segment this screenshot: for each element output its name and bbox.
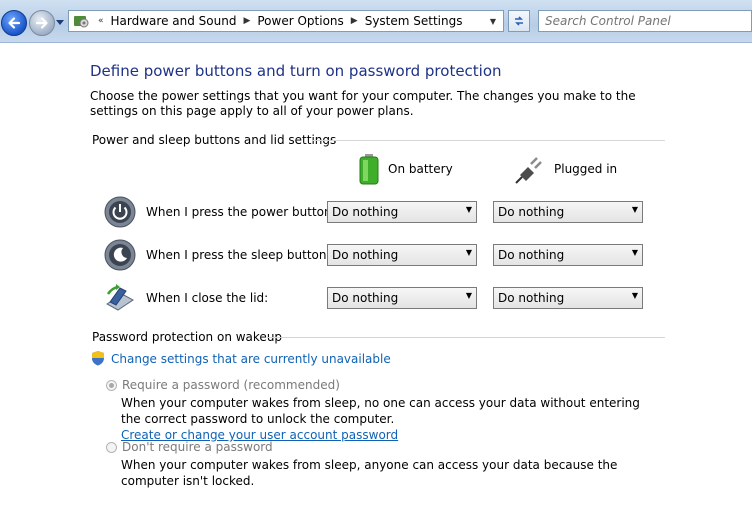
column-header-battery: On battery [358, 152, 453, 186]
breadcrumb-system-settings[interactable]: System Settings [365, 14, 463, 28]
navigation-bar: « Hardware and Sound ▶ Power Options ▶ S… [0, 0, 752, 43]
power-button-icon [104, 196, 136, 228]
select-value: Do nothing [332, 248, 399, 262]
sleep-button-icon [104, 239, 136, 271]
select-value: Do nothing [332, 205, 399, 219]
require-password-description: When your computer wakes from sleep, no … [121, 395, 661, 443]
plug-icon [515, 157, 542, 184]
control-panel-icon [74, 16, 89, 28]
require-password-radio[interactable] [106, 380, 117, 391]
laptop-lid-icon [106, 284, 134, 311]
chevron-down-icon: ▼ [631, 291, 638, 300]
uac-shield-icon [92, 351, 104, 366]
chevron-down-icon: ▼ [465, 205, 472, 214]
recent-pages-dropdown[interactable] [56, 18, 64, 26]
power-button-plugged-select[interactable]: Do nothing ▼ [493, 201, 643, 223]
refresh-icon [515, 16, 523, 26]
select-value: Do nothing [498, 248, 565, 262]
section-header-buttons: Power and sleep buttons and lid settings [92, 133, 337, 147]
column-label-battery: On battery [388, 162, 453, 176]
search-box[interactable] [538, 10, 752, 32]
lid-close-plugged-select[interactable]: Do nothing ▼ [493, 287, 643, 309]
power-button-battery-select[interactable]: Do nothing ▼ [327, 201, 477, 223]
refresh-button[interactable] [508, 10, 530, 32]
lid-close-label: When I close the lid: [146, 291, 269, 305]
page-title: Define power buttons and turn on passwor… [90, 62, 502, 80]
chevron-right-icon[interactable]: ▶ [243, 16, 250, 26]
forward-arrow-icon [35, 17, 48, 29]
back-button[interactable] [1, 10, 27, 36]
no-password-label: Don't require a password [122, 440, 273, 454]
section-divider [312, 140, 665, 141]
chevron-right-icon[interactable]: ▶ [351, 16, 358, 26]
change-unavailable-settings-link[interactable]: Change settings that are currently unava… [111, 352, 391, 366]
require-password-label: Require a password (recommended) [122, 378, 340, 392]
column-header-plugged: Plugged in [514, 152, 617, 186]
intro-text: Choose the power settings that you want … [90, 89, 636, 118]
section-divider [267, 337, 665, 338]
chevron-down-icon: ▼ [631, 205, 638, 214]
chevron-down-icon: ▼ [631, 248, 638, 257]
column-label-plugged: Plugged in [554, 162, 618, 176]
breadcrumb-hardware-and-sound[interactable]: Hardware and Sound [111, 14, 237, 28]
lid-close-battery-select[interactable]: Do nothing ▼ [327, 287, 477, 309]
select-value: Do nothing [498, 291, 565, 305]
no-password-description: When your computer wakes from sleep, any… [121, 458, 618, 488]
select-value: Do nothing [498, 205, 565, 219]
chevron-down-icon: ▼ [465, 291, 472, 300]
breadcrumb: « Hardware and Sound ▶ Power Options ▶ S… [91, 11, 462, 31]
no-password-radio[interactable] [106, 442, 117, 453]
search-input[interactable] [545, 13, 735, 29]
breadcrumb-power-options[interactable]: Power Options [257, 14, 343, 28]
back-arrow-icon [8, 17, 21, 29]
require-password-desc-text: When your computer wakes from sleep, no … [121, 396, 640, 426]
chevron-down-icon[interactable]: ▼ [487, 11, 499, 31]
section-header-password: Password protection on wakeup [92, 330, 283, 344]
forward-button[interactable] [29, 10, 55, 36]
power-button-label: When I press the power button: [146, 205, 336, 219]
breadcrumb-overflow-icon[interactable]: « [98, 16, 104, 26]
address-bar[interactable]: « Hardware and Sound ▶ Power Options ▶ S… [68, 10, 504, 32]
battery-icon [359, 154, 379, 185]
sleep-button-plugged-select[interactable]: Do nothing ▼ [493, 244, 643, 266]
sleep-button-label: When I press the sleep button: [146, 248, 331, 262]
sleep-button-battery-select[interactable]: Do nothing ▼ [327, 244, 477, 266]
chevron-down-icon: ▼ [465, 248, 472, 257]
select-value: Do nothing [332, 291, 399, 305]
